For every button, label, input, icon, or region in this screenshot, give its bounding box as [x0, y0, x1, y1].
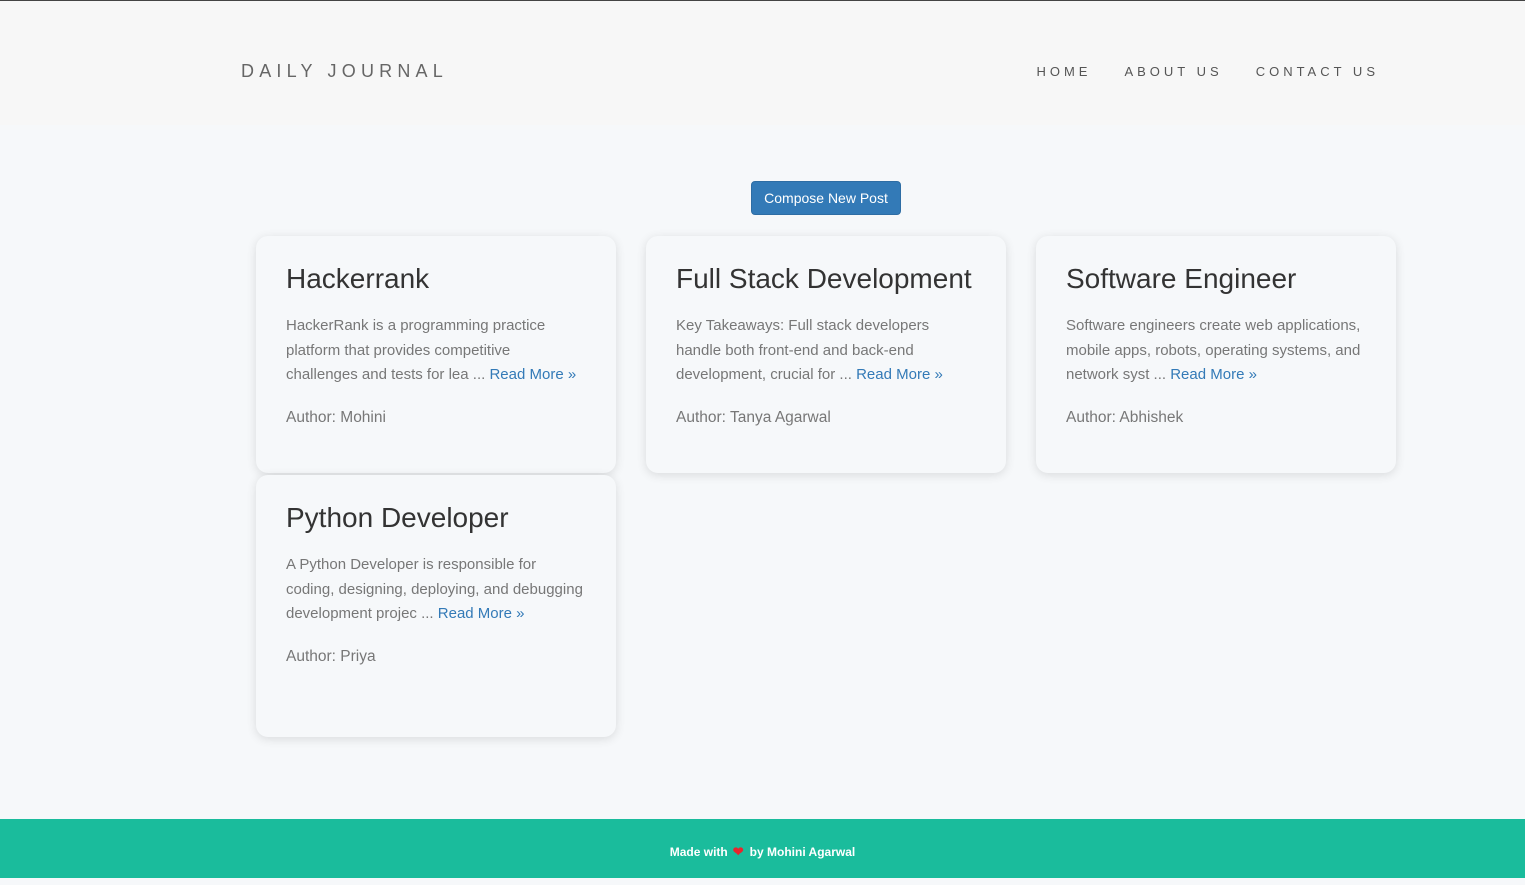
post-title: Software Engineer [1066, 263, 1297, 294]
post-author: Author: Priya [286, 647, 376, 665]
post-title: Full Stack Development [676, 263, 972, 294]
post-author: Author: Abhishek [1066, 408, 1184, 426]
read-more-link[interactable]: Read More » [856, 366, 943, 383]
navbar: DAILY JOURNAL HOME ABOUT US CONTACT US [0, 1, 1525, 125]
post-title: Python Developer [286, 502, 509, 533]
nav-about-us[interactable]: ABOUT US [1124, 64, 1222, 79]
nav-home[interactable]: HOME [1036, 64, 1091, 79]
post-excerpt: HackerRank is a programming practice pla… [286, 314, 586, 388]
excerpt-ellipsis: ... [1149, 366, 1171, 383]
excerpt-ellipsis: ... [468, 366, 490, 383]
read-more-link[interactable]: Read More » [438, 605, 525, 622]
read-more-link[interactable]: Read More » [489, 366, 576, 383]
main-nav: HOME ABOUT US CONTACT US [1036, 64, 1379, 79]
compose-new-post-button[interactable]: Compose New Post [751, 181, 901, 215]
read-more-link[interactable]: Read More » [1170, 366, 1257, 383]
post-excerpt: A Python Developer is responsible for co… [286, 553, 586, 627]
excerpt-ellipsis: ... [416, 605, 438, 622]
post-card: Python Developer A Python Developer is r… [256, 475, 616, 737]
post-card: Full Stack Development Key Takeaways: Fu… [646, 236, 1006, 473]
post-author: Author: Mohini [286, 408, 386, 426]
post-excerpt: Software engineers create web applicatio… [1066, 314, 1366, 388]
post-card: Software Engineer Software engineers cre… [1036, 236, 1396, 473]
footer-made-with: Made with [669, 845, 728, 859]
footer-credit: by Mohini Agarwal [749, 845, 856, 859]
post-excerpt: Key Takeaways: Full stack developers han… [676, 314, 976, 388]
excerpt-ellipsis: ... [835, 366, 857, 383]
post-title: Hackerrank [286, 263, 430, 294]
footer: Made with ❤ by Mohini Agarwal [0, 819, 1525, 878]
heart-icon: ❤ [732, 844, 744, 859]
post-author: Author: Tanya Agarwal [676, 408, 831, 426]
brand-logo[interactable]: DAILY JOURNAL [241, 61, 448, 82]
nav-contact-us[interactable]: CONTACT US [1256, 64, 1379, 79]
post-card: Hackerrank HackerRank is a programming p… [256, 236, 616, 473]
